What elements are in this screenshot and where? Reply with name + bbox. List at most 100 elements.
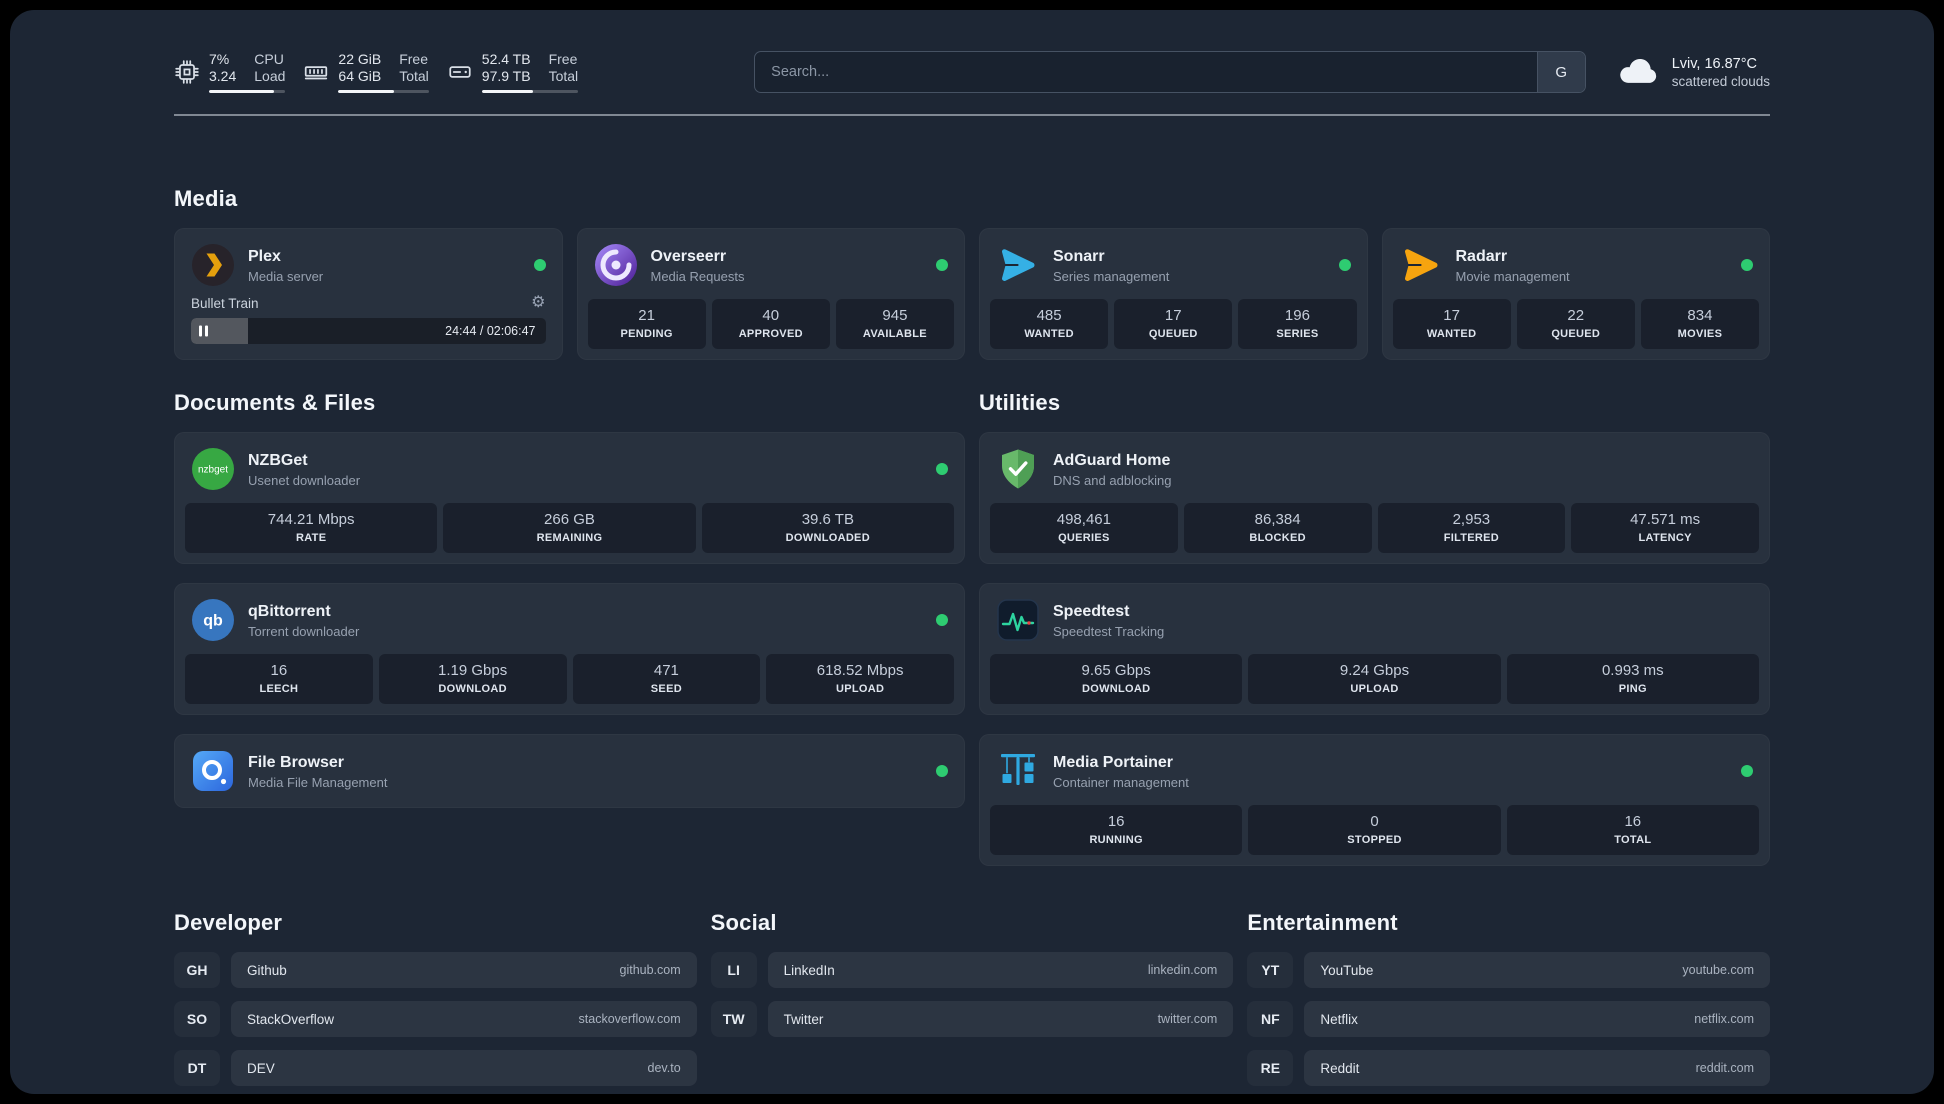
search-bar[interactable]: G: [754, 51, 1586, 93]
stat-tile: 17 WANTED: [1392, 299, 1511, 349]
weather-location: Lviv, 16.87°C: [1671, 55, 1758, 72]
stat-label: REMAINING: [536, 532, 603, 544]
bookmark-name: Netflix: [1320, 1011, 1358, 1027]
bookmark-abbr[interactable]: SO: [174, 1001, 220, 1037]
svg-text:qb: qb: [203, 613, 223, 630]
service-card-radarr[interactable]: Radarr Movie management 17 WANTED 22 QUE…: [1381, 228, 1770, 360]
search-provider-button[interactable]: G: [1536, 52, 1585, 92]
bookmark-link[interactable]: Twitter twitter.com: [767, 1001, 1234, 1037]
stat-tile: 618.52 Mbps UPLOAD: [766, 654, 954, 704]
stat-label: MOVIES: [1677, 328, 1723, 340]
stat-value: 9.24 Gbps: [1339, 662, 1410, 679]
stat-value: 21: [638, 307, 655, 324]
bookmark-name: Reddit: [1320, 1060, 1360, 1076]
system-resources: 7% 3.24 CPU Load 22 GiB 64 GiB Free Tota…: [174, 51, 579, 93]
bookmark-link[interactable]: LinkedIn linkedin.com: [767, 952, 1234, 988]
stat-tile: 945 AVAILABLE: [835, 299, 955, 349]
playback-time: 24:44 / 02:06:47: [445, 324, 536, 338]
bookmark-link[interactable]: DEV dev.to: [231, 1050, 697, 1086]
bookmark-link[interactable]: YouTube youtube.com: [1304, 952, 1770, 988]
stat-value: 47.571 ms: [1630, 511, 1701, 528]
bookmark-abbr[interactable]: GH: [174, 952, 220, 988]
service-desc: Speedtest Tracking: [1053, 623, 1165, 639]
bookmark-item[interactable]: DT DEV dev.to: [174, 1050, 697, 1086]
stat-label: QUEUED: [1551, 328, 1601, 340]
bookmark-link[interactable]: Github github.com: [231, 952, 697, 988]
stat-label: STOPPED: [1347, 834, 1402, 846]
search-input[interactable]: [755, 52, 1537, 92]
service-desc: Media Requests: [650, 268, 745, 284]
bookmark-item[interactable]: RE Reddit reddit.com: [1247, 1050, 1770, 1086]
playback-progress-bar[interactable]: 24:44 / 02:06:47: [191, 318, 546, 344]
bookmark-item[interactable]: YT YouTube youtube.com: [1247, 952, 1770, 988]
memory-total-label: Total: [399, 68, 429, 84]
service-card-filebrowser[interactable]: File Browser Media File Management: [174, 734, 965, 808]
bookmark-name: YouTube: [1320, 962, 1374, 978]
stat-label: WANTED: [1426, 328, 1477, 340]
bookmark-link[interactable]: Reddit reddit.com: [1304, 1050, 1770, 1086]
bookmark-name: Twitter: [783, 1011, 824, 1027]
bookmark-link[interactable]: StackOverflow stackoverflow.com: [231, 1001, 697, 1037]
service-desc: Usenet downloader: [248, 472, 361, 488]
bookmark-link[interactable]: Netflix netflix.com: [1304, 1001, 1770, 1037]
bookmark-abbr[interactable]: NF: [1247, 1001, 1294, 1037]
service-card-adguard[interactable]: AdGuard Home DNS and adblocking 498,461 …: [979, 432, 1770, 564]
service-card-speedtest[interactable]: Speedtest Speedtest Tracking 9.65 Gbps D…: [979, 583, 1770, 715]
disk-free-label: Free: [548, 51, 578, 67]
service-desc: Media server: [248, 268, 324, 284]
stat-tile: 40 APPROVED: [711, 299, 830, 349]
filebrowser-icon: [191, 749, 235, 793]
plex-now-playing: Bullet Train ⚙ 24:44 / 02:06:47: [185, 291, 552, 344]
stat-tile: 744.21 Mbps RATE: [185, 503, 438, 553]
weather-condition: scattered clouds: [1671, 73, 1770, 89]
bookmark-abbr[interactable]: RE: [1247, 1050, 1294, 1086]
cpu-load-value: 3.24: [209, 68, 237, 84]
stat-value: 834: [1687, 307, 1713, 324]
stat-value: 266 GB: [544, 511, 595, 528]
service-card-qbittorrent[interactable]: qb qBittorrent Torrent downloader 16 LEE…: [174, 583, 965, 715]
portainer-icon: [996, 749, 1040, 793]
stat-value: 17: [1164, 307, 1182, 324]
bookmark-abbr[interactable]: YT: [1247, 952, 1294, 988]
section-title-developer: Developer: [174, 910, 283, 935]
stat-value: 39.6 TB: [801, 511, 854, 528]
stat-label: WANTED: [1024, 328, 1074, 340]
stat-tile: 16 LEECH: [185, 654, 373, 704]
stat-tile: 39.6 TB DOWNLOADED: [701, 503, 954, 553]
topbar-divider: [174, 114, 1770, 116]
service-desc: Series management: [1053, 268, 1170, 284]
stat-value: 744.21 Mbps: [267, 511, 355, 528]
stat-label: PING: [1618, 683, 1647, 695]
bookmark-item[interactable]: NF Netflix netflix.com: [1247, 1001, 1770, 1037]
utilities-column: Utilities AdGuard Home DNS and adblockin…: [979, 390, 1770, 866]
bookmark-item[interactable]: GH Github github.com: [174, 952, 697, 988]
service-card-portainer[interactable]: Media Portainer Container management 16 …: [979, 734, 1770, 866]
bookmark-item[interactable]: LI LinkedIn linkedin.com: [710, 952, 1234, 988]
bookmarks-social: Social LI LinkedIn linkedin.com TW Twitt…: [710, 910, 1234, 1050]
bookmark-abbr[interactable]: DT: [174, 1050, 220, 1086]
cpu-usage-bar: [209, 90, 286, 93]
bookmark-item[interactable]: SO StackOverflow stackoverflow.com: [174, 1001, 697, 1037]
bookmark-abbr[interactable]: TW: [710, 1001, 757, 1037]
gear-icon[interactable]: ⚙: [531, 295, 545, 311]
stat-tile: 16 TOTAL: [1506, 805, 1759, 855]
service-card-sonarr[interactable]: Sonarr Series management 485 WANTED 17 Q…: [979, 228, 1368, 360]
cpu-load-label: Load: [254, 68, 286, 84]
service-card-plex[interactable]: Plex Media server Bullet Train ⚙ 24:44 /…: [174, 228, 563, 360]
service-card-overseerr[interactable]: Overseerr Media Requests 21 PENDING 40 A…: [576, 228, 965, 360]
status-online-dot: [936, 614, 948, 626]
cpu-percent: 7%: [209, 51, 230, 67]
bookmark-abbr[interactable]: LI: [710, 952, 757, 988]
stat-label: SEED: [650, 683, 682, 695]
ram-module-icon: [303, 59, 329, 85]
status-online-dot: [936, 765, 948, 777]
disk-total-label: Total: [548, 68, 579, 84]
service-name: AdGuard Home: [1053, 451, 1171, 469]
status-online-dot: [1338, 259, 1351, 271]
bookmark-item[interactable]: TW Twitter twitter.com: [710, 1001, 1234, 1037]
bookmarks-row: Developer GH Github github.com SO StackO…: [174, 910, 1770, 1094]
service-card-nzbget[interactable]: nzbget NZBGet Usenet downloader 744.21 M…: [174, 432, 965, 564]
stat-tile: 17 QUEUED: [1114, 299, 1233, 349]
pause-icon[interactable]: [199, 325, 208, 337]
stat-label: DOWNLOAD: [1081, 683, 1151, 695]
